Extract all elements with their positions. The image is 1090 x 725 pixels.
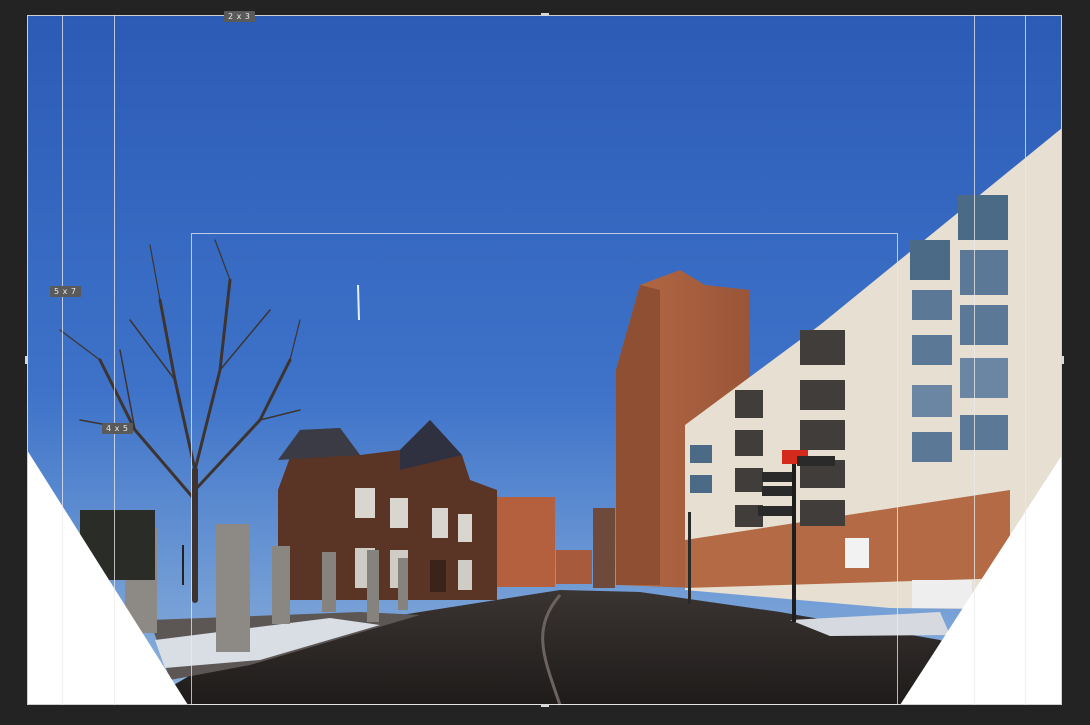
distant-building: [593, 508, 615, 588]
distant-building: [497, 497, 555, 587]
photo-canvas[interactable]: [0, 0, 1090, 725]
contrail: [357, 284, 360, 321]
distant-building: [556, 550, 592, 584]
crop-handle-left[interactable]: [25, 356, 28, 364]
ratio-label-4x5[interactable]: 4 x 5: [102, 423, 133, 434]
lamp-post: [688, 512, 691, 604]
crop-handle-top[interactable]: [541, 13, 549, 16]
ratio-label-5x7[interactable]: 5 x 7: [50, 286, 81, 297]
stone-pillar: [216, 524, 250, 652]
crop-handle-bottom[interactable]: [541, 704, 549, 707]
stone-pillar: [398, 558, 408, 610]
stone-pillar: [367, 550, 379, 622]
stone-pillar: [272, 546, 290, 624]
crop-handle-right[interactable]: [1061, 356, 1064, 364]
lamp-post: [182, 545, 184, 585]
ratio-label-2x3[interactable]: 2 x 3: [224, 11, 255, 22]
stone-pillar: [322, 552, 336, 612]
